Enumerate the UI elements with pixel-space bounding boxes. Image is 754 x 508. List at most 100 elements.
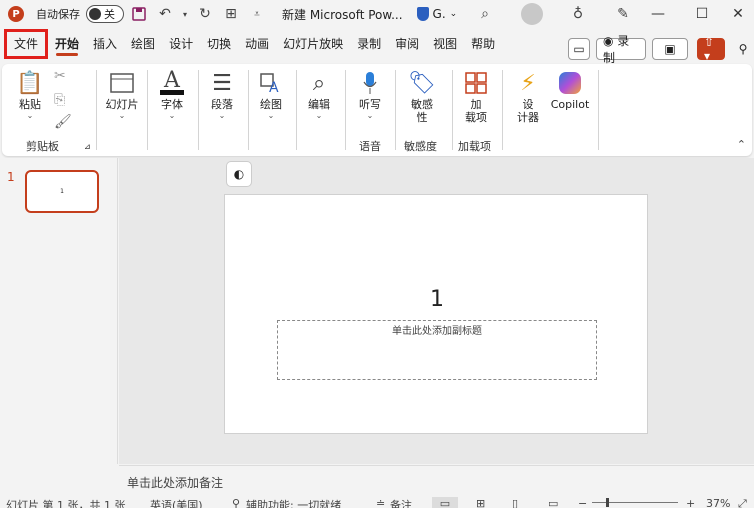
- zoom-slider[interactable]: [592, 502, 678, 503]
- slide-title[interactable]: 1: [225, 287, 649, 312]
- collapse-ribbon-icon[interactable]: ⌃: [737, 138, 746, 151]
- tab-review[interactable]: 审阅: [388, 28, 426, 60]
- divider: [198, 70, 199, 150]
- drawing-button[interactable]: A 绘图 ⌄: [252, 68, 290, 152]
- thumbnail-number: 1: [7, 170, 15, 184]
- status-bar: 幻灯片 第 1 张，共 1 张 英语(美国) ⚲ 辅助功能: 一切就绪 ≐ 备注…: [0, 495, 754, 508]
- paragraph-button[interactable]: ☰ 段落 ⌄: [202, 68, 242, 152]
- tab-help[interactable]: 帮助: [464, 28, 502, 60]
- notes-pane[interactable]: 单击此处添加备注: [119, 465, 754, 495]
- svg-text:A: A: [269, 80, 279, 94]
- divider: [502, 70, 503, 150]
- notes-button[interactable]: 备注: [390, 497, 412, 508]
- slide[interactable]: 1 单击此处添加副标题: [224, 194, 648, 434]
- redo-icon[interactable]: ↻: [194, 3, 216, 25]
- addins-grid-icon: [461, 68, 491, 98]
- chevron-down-icon: ⌄: [218, 111, 226, 120]
- tab-home[interactable]: 开始: [48, 28, 86, 60]
- divider: [345, 70, 346, 150]
- designer-icon[interactable]: ◐: [226, 161, 252, 187]
- cut-icon[interactable]: ✂: [54, 68, 66, 84]
- drawing-label: 绘图: [260, 98, 282, 111]
- tab-animations[interactable]: 动画: [238, 28, 276, 60]
- autosave-toggle[interactable]: 关: [86, 5, 124, 23]
- tab-record[interactable]: 录制: [350, 28, 388, 60]
- tab-file[interactable]: 文件: [4, 29, 49, 59]
- people-button[interactable]: ⚲: [734, 38, 752, 60]
- tab-view[interactable]: 视图: [426, 28, 464, 60]
- language-indicator[interactable]: 英语(美国): [150, 497, 203, 508]
- clipboard-group-label: 剪贴板: [26, 140, 59, 153]
- divider: [147, 70, 148, 150]
- sensitivity-tag-icon: 🏷: [408, 70, 436, 96]
- divider: [96, 70, 97, 150]
- record-button[interactable]: ◉ 录制: [596, 34, 646, 65]
- editing-label: 编辑: [308, 98, 330, 111]
- document-title[interactable]: 新建 Microsoft Pow...: [282, 6, 403, 23]
- slide-thumbnail[interactable]: 1: [25, 170, 99, 213]
- chevron-down-icon: ⌄: [267, 111, 275, 120]
- tab-draw[interactable]: 绘图: [124, 28, 162, 60]
- editing-button[interactable]: ⌕ 编辑 ⌄: [300, 68, 338, 152]
- dialog-launcher-icon[interactable]: ⊿: [84, 142, 91, 151]
- slide-layout-icon: [107, 68, 137, 98]
- zoom-out-icon[interactable]: −: [578, 497, 587, 508]
- normal-view-icon[interactable]: ▭: [432, 497, 458, 508]
- font-color-icon: A: [157, 68, 187, 98]
- designer-label-2: 计器: [517, 111, 539, 124]
- powerpoint-logo-icon: P: [8, 6, 24, 22]
- search-icon[interactable]: ⌕: [474, 3, 496, 25]
- slideshow-view-icon[interactable]: ▭: [548, 497, 558, 508]
- presenter-icon[interactable]: ⊞: [220, 3, 242, 25]
- save-icon[interactable]: [128, 3, 150, 25]
- sensitivity-label[interactable]: G. ⌄: [416, 7, 457, 21]
- font-button[interactable]: A 字体 ⌄: [152, 68, 192, 152]
- shapes-icon: A: [256, 68, 286, 98]
- addins-label-1: 加: [470, 98, 482, 111]
- copilot-button[interactable]: Copilot: [548, 68, 592, 152]
- designer-button[interactable]: ⚡ 设 计器: [510, 68, 546, 152]
- undo-icon[interactable]: ↶: [154, 3, 176, 25]
- chevron-down-icon: ⌄: [168, 111, 176, 120]
- avatar[interactable]: [521, 3, 543, 25]
- divider: [395, 70, 396, 150]
- minimize-button[interactable]: —: [636, 0, 680, 28]
- copy-icon[interactable]: ⎘: [54, 92, 65, 108]
- search-icon: ⌕: [312, 70, 326, 96]
- tab-slideshow[interactable]: 幻灯片放映: [276, 28, 350, 60]
- chevron-down-icon[interactable]: ▾: [180, 3, 190, 25]
- slide-sorter-icon[interactable]: ⊞: [476, 497, 485, 508]
- subtitle-placeholder-text: 单击此处添加副标题: [392, 326, 482, 337]
- tab-design[interactable]: 设计: [162, 28, 200, 60]
- zoom-level[interactable]: 37%: [706, 497, 730, 508]
- customize-icon[interactable]: ⩡: [246, 3, 268, 25]
- slide-info: 幻灯片 第 1 张，共 1 张: [6, 499, 126, 508]
- paragraph-label: 段落: [211, 98, 233, 111]
- close-button[interactable]: ✕: [716, 0, 754, 28]
- lightbulb-icon[interactable]: ♁: [567, 3, 589, 25]
- fit-to-window-icon[interactable]: ⤢: [738, 497, 747, 508]
- notes-placeholder: 单击此处添加备注: [127, 476, 224, 490]
- paste-label: 粘贴: [19, 98, 41, 111]
- subtitle-placeholder[interactable]: 单击此处添加副标题: [277, 320, 597, 380]
- share-button[interactable]: ⇧ ▾: [697, 35, 725, 63]
- pen-icon[interactable]: ✎: [612, 3, 634, 25]
- autosave-label: 自动保存: [36, 8, 80, 21]
- sensitivity-label-2: 性: [416, 111, 428, 124]
- zoom-in-icon[interactable]: +: [686, 497, 695, 508]
- comments-button[interactable]: ▭: [568, 38, 590, 60]
- format-painter-icon[interactable]: 🖌: [54, 114, 72, 130]
- slides-button[interactable]: 幻灯片 ⌄: [102, 68, 142, 152]
- notes-icon[interactable]: ≐: [376, 497, 385, 508]
- divider: [598, 70, 599, 150]
- slides-label: 幻灯片: [105, 98, 139, 111]
- reading-view-icon[interactable]: ▯: [512, 497, 518, 508]
- tab-insert[interactable]: 插入: [86, 28, 124, 60]
- tab-transitions[interactable]: 切换: [200, 28, 238, 60]
- chevron-down-icon: ⌄: [26, 111, 34, 120]
- divider: [452, 70, 453, 150]
- present-button[interactable]: ▣: [652, 38, 688, 60]
- zoom-slider-thumb[interactable]: [606, 498, 609, 507]
- accessibility-status[interactable]: 辅助功能: 一切就绪: [246, 497, 341, 508]
- accessibility-icon[interactable]: ⚲: [232, 497, 240, 508]
